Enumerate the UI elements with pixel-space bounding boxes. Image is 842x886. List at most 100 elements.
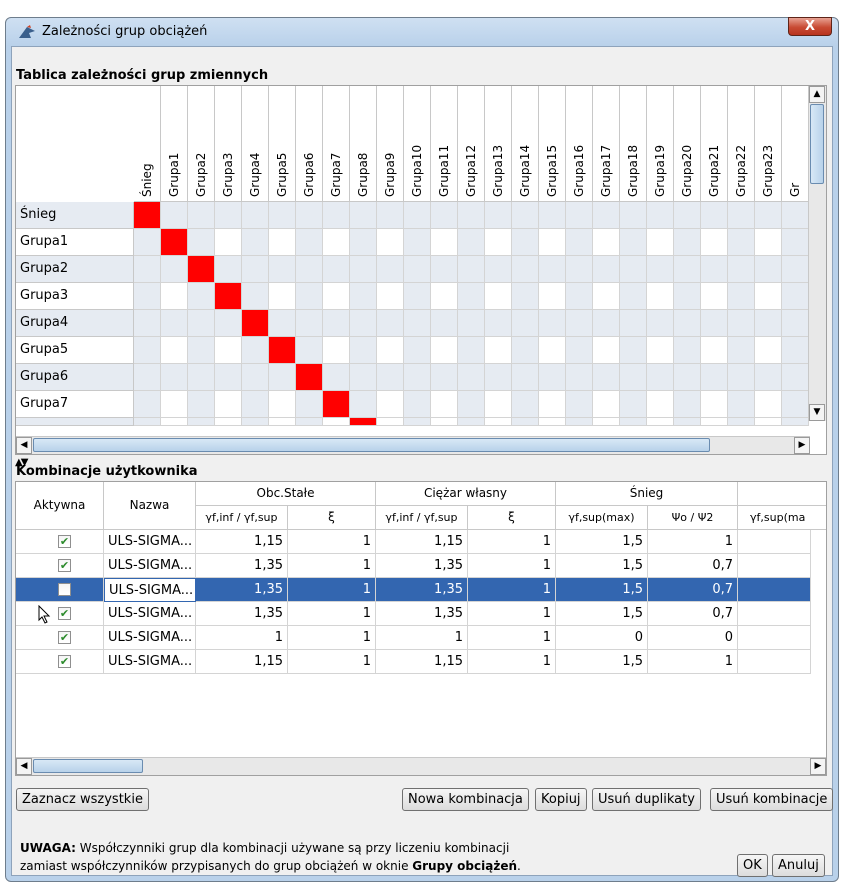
value-cell[interactable]: 1,5 [556, 602, 648, 626]
dependency-cell[interactable] [188, 310, 215, 337]
dependency-cell[interactable] [728, 256, 755, 283]
dependency-cell[interactable] [782, 337, 809, 364]
dependency-cell[interactable] [566, 337, 593, 364]
dependency-cell[interactable] [512, 229, 539, 256]
dependency-cell[interactable] [593, 418, 620, 426]
dependency-cell[interactable] [350, 202, 377, 229]
dependency-cell[interactable] [269, 283, 296, 310]
dependency-cell[interactable] [620, 337, 647, 364]
dependency-cell[interactable] [215, 256, 242, 283]
dependency-cell[interactable] [377, 229, 404, 256]
dependency-cell[interactable] [188, 283, 215, 310]
dependency-cell[interactable] [323, 337, 350, 364]
dependency-cell[interactable] [188, 229, 215, 256]
dependency-cell[interactable] [188, 256, 215, 283]
dependency-cell[interactable] [647, 202, 674, 229]
dependency-cell[interactable] [755, 202, 782, 229]
dependency-cell[interactable] [674, 283, 701, 310]
value-cell[interactable]: 1,15 [376, 530, 468, 554]
value-cell[interactable]: 1 [648, 650, 738, 674]
dependency-cell[interactable] [323, 229, 350, 256]
dependency-cell[interactable] [377, 337, 404, 364]
value-cell[interactable]: 0,7 [648, 554, 738, 578]
scroll-right-button[interactable]: ▶ [810, 758, 826, 775]
dependency-cell[interactable] [674, 256, 701, 283]
name-cell[interactable]: ULS-SIGMA... [104, 626, 196, 650]
value-cell[interactable]: 1,15 [196, 650, 288, 674]
scroll-right-button[interactable]: ▶ [794, 437, 810, 454]
dependency-cell[interactable] [215, 283, 242, 310]
dependency-cell[interactable] [431, 283, 458, 310]
dependency-cell[interactable] [350, 337, 377, 364]
dependency-cell[interactable] [269, 256, 296, 283]
scroll-thumb[interactable] [33, 438, 710, 452]
dependency-cell[interactable] [728, 391, 755, 418]
dependency-cell[interactable] [647, 418, 674, 426]
dependency-cell[interactable] [377, 391, 404, 418]
dependency-cell[interactable] [728, 418, 755, 426]
value-cell[interactable]: 1 [648, 530, 738, 554]
dependency-cell[interactable] [593, 364, 620, 391]
dependency-cell[interactable] [782, 283, 809, 310]
dependency-cell[interactable] [269, 229, 296, 256]
dependency-cell[interactable] [458, 418, 485, 426]
dependency-cell[interactable] [539, 256, 566, 283]
scroll-up-button[interactable]: ▲ [809, 86, 825, 103]
dependency-cell[interactable] [269, 202, 296, 229]
dependency-cell[interactable] [755, 229, 782, 256]
combinations-horizontal-scrollbar[interactable]: ◀ ▶ [16, 757, 826, 775]
dependency-cell[interactable] [215, 202, 242, 229]
dependency-cell[interactable] [458, 310, 485, 337]
dependency-cell[interactable] [458, 229, 485, 256]
dependency-cell[interactable] [188, 364, 215, 391]
value-cell[interactable] [738, 650, 811, 674]
cancel-button[interactable]: Anuluj [772, 854, 825, 877]
value-cell[interactable]: 0 [556, 626, 648, 650]
name-cell[interactable]: ULS-SIGMA... [104, 554, 196, 578]
name-cell[interactable]: ULS-SIGMA... [104, 602, 196, 626]
dependency-cell[interactable] [161, 391, 188, 418]
remove-duplicates-button[interactable]: Usuń duplikaty [592, 788, 701, 811]
dependency-cell[interactable] [647, 391, 674, 418]
dependency-cell[interactable] [566, 364, 593, 391]
dependency-cell[interactable] [539, 364, 566, 391]
value-cell[interactable]: 0,7 [648, 602, 738, 626]
dependency-vertical-scrollbar[interactable]: ▲ ▼ [808, 86, 826, 421]
dependency-cell[interactable] [350, 256, 377, 283]
dependency-cell[interactable] [512, 283, 539, 310]
dependency-cell[interactable] [161, 310, 188, 337]
name-cell[interactable]: ULS-SIGMA... [104, 650, 196, 674]
dependency-cell[interactable] [404, 337, 431, 364]
dependency-cell[interactable] [242, 256, 269, 283]
dependency-cell[interactable] [161, 337, 188, 364]
dependency-cell[interactable] [539, 337, 566, 364]
dependency-cell[interactable] [377, 310, 404, 337]
dependency-cell[interactable] [296, 364, 323, 391]
value-cell[interactable] [738, 578, 811, 602]
dependency-cell[interactable] [755, 364, 782, 391]
dependency-cell[interactable] [701, 364, 728, 391]
table-row[interactable]: ✔ ULS-SIGMA... 1,15 1 1,15 1 1,5 1 [16, 650, 811, 674]
value-cell[interactable]: 1 [288, 650, 376, 674]
value-cell[interactable]: 1,35 [376, 602, 468, 626]
dependency-cell[interactable] [350, 310, 377, 337]
dependency-cell[interactable] [188, 418, 215, 426]
ok-button[interactable]: OK [737, 854, 768, 877]
dependency-cell[interactable] [674, 202, 701, 229]
dependency-cell[interactable] [620, 391, 647, 418]
dependency-cell[interactable] [269, 391, 296, 418]
dependency-cell[interactable] [404, 364, 431, 391]
dependency-cell[interactable] [215, 364, 242, 391]
dependency-cell[interactable] [161, 256, 188, 283]
dependency-cell[interactable] [701, 202, 728, 229]
value-cell[interactable] [738, 530, 811, 554]
dependency-cell[interactable] [323, 391, 350, 418]
dependency-cell[interactable] [350, 283, 377, 310]
active-cell[interactable]: ✔ [16, 650, 104, 674]
dependency-cell[interactable] [215, 310, 242, 337]
value-cell[interactable]: 1,35 [196, 602, 288, 626]
dependency-cell[interactable] [701, 418, 728, 426]
active-checkbox[interactable]: ✔ [58, 607, 71, 620]
dependency-cell[interactable] [593, 229, 620, 256]
column-header-active[interactable]: Aktywna [16, 482, 104, 530]
